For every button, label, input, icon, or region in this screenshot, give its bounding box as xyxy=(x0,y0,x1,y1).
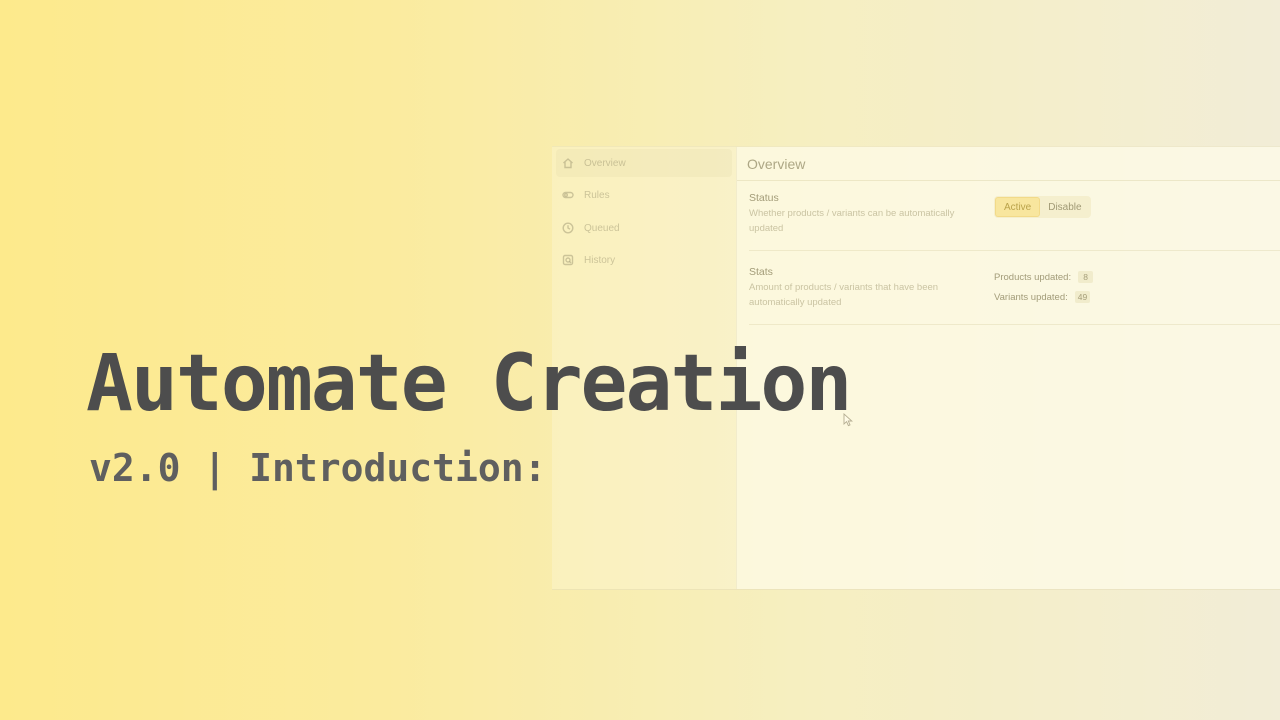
variants-updated-label: Variants updated: xyxy=(994,291,1068,303)
products-updated-row: Products updated: 8 xyxy=(994,269,1094,285)
status-description: Whether products / variants can be autom… xyxy=(749,208,955,234)
home-icon xyxy=(562,157,574,169)
sidebar-item-rules[interactable]: Rules xyxy=(556,181,732,209)
status-title: Status xyxy=(749,192,779,204)
disable-button[interactable]: Disable xyxy=(1040,198,1089,216)
stats-section: Stats Amount of products / variants that… xyxy=(749,266,1280,325)
sidebar-item-history[interactable]: History xyxy=(556,246,732,274)
status-section: Status Whether products / variants can b… xyxy=(749,192,1280,251)
history-icon xyxy=(562,254,574,266)
page-title: Overview xyxy=(737,147,1280,181)
sidebar-item-queued[interactable]: Queued xyxy=(556,214,732,242)
stats-description: Amount of products / variants that have … xyxy=(749,282,939,308)
sidebar-item-label: Overview xyxy=(584,157,626,169)
sidebar-item-label: Rules xyxy=(584,189,610,201)
stats-title: Stats xyxy=(749,266,773,278)
toggle-icon xyxy=(562,189,574,201)
products-updated-label: Products updated: xyxy=(994,271,1072,283)
status-toggle: Active Disable xyxy=(994,196,1091,218)
headline-subtitle: v2.0 | Introduction: xyxy=(89,446,547,490)
products-updated-value: 8 xyxy=(1078,271,1094,283)
sidebar-item-label: History xyxy=(584,254,616,266)
active-button[interactable]: Active xyxy=(995,197,1041,217)
variants-updated-value: 49 xyxy=(1074,291,1091,303)
clock-icon xyxy=(562,222,574,234)
sidebar-item-overview[interactable]: Overview xyxy=(556,149,732,177)
headline-title: Automate Creation xyxy=(86,339,852,429)
sidebar-item-label: Queued xyxy=(584,222,620,234)
variants-updated-row: Variants updated: 49 xyxy=(994,289,1091,305)
